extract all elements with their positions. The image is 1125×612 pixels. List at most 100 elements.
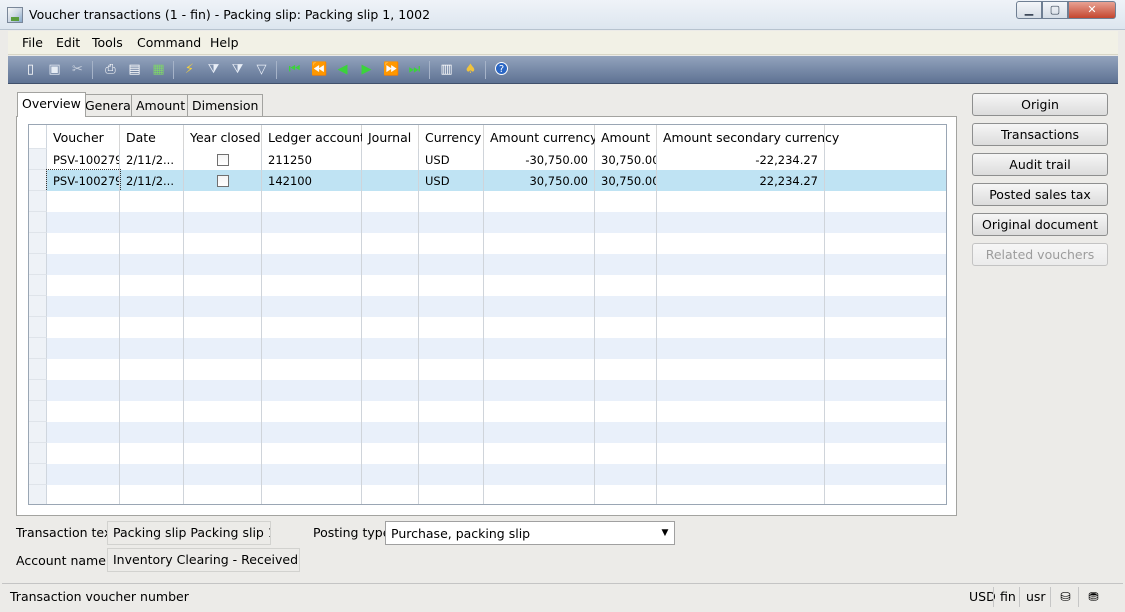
cell-journal[interactable]: [362, 422, 419, 443]
year-closed-checkbox[interactable]: [216, 175, 229, 187]
cell-voucher[interactable]: [47, 191, 120, 212]
row-selector[interactable]: [29, 212, 47, 233]
cell-voucher[interactable]: PSV-100279: [47, 149, 120, 170]
new-icon[interactable]: ▯: [23, 62, 38, 77]
cell-currency[interactable]: [419, 191, 484, 212]
cell-currency[interactable]: [419, 338, 484, 359]
empty-table-row[interactable]: [29, 443, 946, 464]
cell-ledger-account[interactable]: [262, 233, 362, 254]
status-company[interactable]: fin: [993, 587, 1020, 607]
tab-overview[interactable]: Overview: [17, 92, 86, 117]
filter-by-selection-icon[interactable]: ⚡: [182, 62, 197, 77]
column-header-currency[interactable]: Currency: [419, 125, 484, 149]
cell-ledger-account[interactable]: 211250: [262, 149, 362, 170]
previous-record-icon[interactable]: ◀: [335, 62, 350, 77]
next-record-icon[interactable]: ▶: [359, 62, 374, 77]
cell-amount-currency[interactable]: [484, 380, 595, 401]
cell-currency[interactable]: [419, 380, 484, 401]
row-selector[interactable]: [29, 485, 47, 504]
cell-ledger-account[interactable]: [262, 317, 362, 338]
cell-date[interactable]: [120, 380, 184, 401]
column-header-date[interactable]: Date: [120, 125, 184, 149]
cell-voucher[interactable]: [47, 317, 120, 338]
first-record-icon[interactable]: ⏮: [287, 62, 302, 77]
cell-amount-currency[interactable]: [484, 275, 595, 296]
cell-amount-secondary[interactable]: [657, 317, 825, 338]
cell-journal[interactable]: [362, 443, 419, 464]
cell-amount-secondary[interactable]: [657, 401, 825, 422]
cell-amount-currency[interactable]: [484, 212, 595, 233]
maximize-button[interactable]: ▢: [1042, 1, 1068, 19]
empty-table-row[interactable]: [29, 233, 946, 254]
cell-ledger-account[interactable]: [262, 443, 362, 464]
cell-amount-secondary[interactable]: [657, 464, 825, 485]
cell-amount-secondary[interactable]: [657, 254, 825, 275]
empty-table-row[interactable]: [29, 422, 946, 443]
menu-edit[interactable]: Edit: [56, 35, 80, 50]
cell-year-closed[interactable]: [184, 338, 262, 359]
cell-date[interactable]: [120, 443, 184, 464]
cell-amount-currency[interactable]: [484, 422, 595, 443]
cell-date[interactable]: [120, 485, 184, 504]
cell-journal[interactable]: [362, 317, 419, 338]
cell-year-closed[interactable]: [184, 212, 262, 233]
cell-amount-secondary[interactable]: [657, 212, 825, 233]
cell-amount-secondary[interactable]: [657, 275, 825, 296]
cell-ledger-account[interactable]: [262, 191, 362, 212]
cell-amount[interactable]: [595, 380, 657, 401]
menu-tools[interactable]: Tools: [92, 35, 123, 50]
cell-amount[interactable]: [595, 485, 657, 504]
cell-year-closed[interactable]: [184, 317, 262, 338]
cell-amount[interactable]: [595, 359, 657, 380]
cell-amount[interactable]: [595, 275, 657, 296]
cell-ledger-account[interactable]: [262, 464, 362, 485]
empty-table-row[interactable]: [29, 191, 946, 212]
cell-currency[interactable]: USD: [419, 149, 484, 170]
posted-sales-tax-button[interactable]: Posted sales tax: [972, 183, 1108, 206]
cell-ledger-account[interactable]: [262, 338, 362, 359]
row-selector[interactable]: [29, 233, 47, 254]
row-selector[interactable]: [29, 401, 47, 422]
cell-voucher[interactable]: [47, 422, 120, 443]
cell-date[interactable]: [120, 212, 184, 233]
cell-year-closed[interactable]: [184, 296, 262, 317]
cell-currency[interactable]: [419, 212, 484, 233]
cell-journal[interactable]: [362, 401, 419, 422]
document-handling-icon[interactable]: ▥: [439, 62, 454, 77]
empty-table-row[interactable]: [29, 359, 946, 380]
next-page-icon[interactable]: ⏩: [383, 62, 399, 77]
cell-ledger-account[interactable]: [262, 422, 362, 443]
cell-amount-secondary[interactable]: [657, 422, 825, 443]
cell-voucher[interactable]: [47, 296, 120, 317]
empty-table-row[interactable]: [29, 275, 946, 296]
row-selector[interactable]: [29, 317, 47, 338]
minimize-button[interactable]: ▁: [1016, 1, 1042, 19]
cell-amount-secondary[interactable]: [657, 296, 825, 317]
print-preview-icon[interactable]: ▤: [127, 62, 142, 77]
row-selector[interactable]: [29, 464, 47, 485]
cell-year-closed[interactable]: [184, 191, 262, 212]
column-header-amount-currency[interactable]: Amount currency: [484, 125, 598, 149]
cell-currency[interactable]: [419, 422, 484, 443]
alert-icon[interactable]: ♠: [463, 62, 478, 77]
help-icon[interactable]: ?: [495, 62, 508, 75]
posting-type-select[interactable]: Purchase, packing slip ▼: [385, 521, 675, 545]
cell-amount-secondary[interactable]: [657, 338, 825, 359]
delete-icon[interactable]: ✂: [70, 62, 85, 77]
cell-ledger-account[interactable]: [262, 359, 362, 380]
export-excel-icon[interactable]: ▦: [151, 62, 166, 77]
cell-currency[interactable]: USD: [419, 170, 484, 191]
row-selector[interactable]: [29, 380, 47, 401]
cell-date[interactable]: [120, 233, 184, 254]
remove-filter-icon[interactable]: ▽: [254, 62, 269, 77]
column-header-year-closed[interactable]: Year closed: [184, 125, 262, 149]
cell-journal[interactable]: [362, 191, 419, 212]
cell-year-closed[interactable]: [184, 422, 262, 443]
origin-button[interactable]: Origin: [972, 93, 1108, 116]
column-header-ledger-account[interactable]: Ledger account: [262, 125, 365, 149]
cell-amount[interactable]: [595, 422, 657, 443]
cell-amount-currency[interactable]: [484, 317, 595, 338]
cell-amount-secondary[interactable]: -22,234.27: [657, 149, 825, 170]
cell-date[interactable]: [120, 422, 184, 443]
cell-journal[interactable]: [362, 170, 419, 191]
